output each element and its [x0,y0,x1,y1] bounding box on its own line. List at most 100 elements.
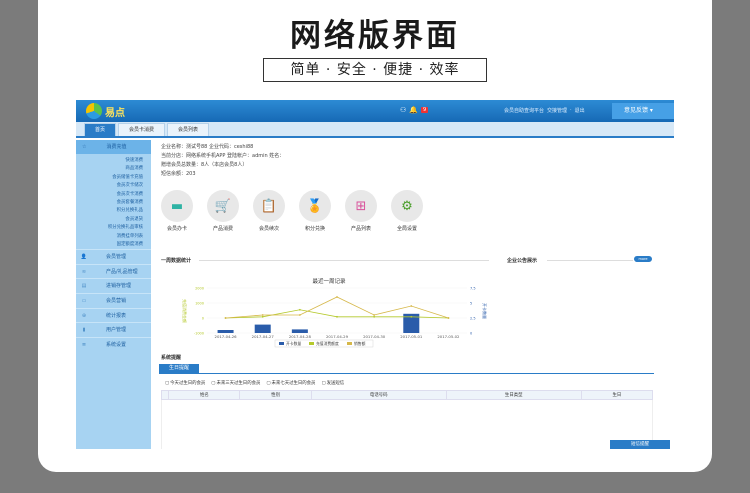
table-header: 姓名 性别 电话号码 生日类型 生日 [160,390,654,400]
column-header: 电话号码 [310,390,447,400]
data-point [410,315,413,318]
select-all-checkbox[interactable] [160,390,170,400]
data-point [298,314,301,316]
report-filter[interactable]: 发送短信 [321,380,345,386]
sidebar-item[interactable]: ▮ 用户管理 [76,322,151,337]
data-point [336,315,338,318]
tab-home[interactable]: 首页 [84,123,117,136]
sidebar-subitems: 快速消费 商品消费 会员储值卡充值 会员次卡储次 会员次卡消费 会员套餐消费 积分兑换礼品会… [76,154,151,249]
report-filter[interactable]: 未来七天过生日的会员 [266,380,316,386]
tab-birthday-reminder[interactable]: 生日提醒 [159,364,199,373]
bell-icon[interactable]: 🔔 [409,106,418,114]
column-header: 性别 [239,390,312,400]
star-icon: ☆ [82,144,87,150]
sidebar-subitem[interactable]: 消费挂单列表 [76,233,151,241]
weekly-chart: 最近一周记录200010000-10007.552.50充值消费金额 开卡数量20… [182,277,488,348]
table-row [161,399,653,449]
sidebar-subitem[interactable]: 国定额度消费 [76,241,151,249]
y-axis-label: 充值消费金额 [182,299,188,323]
stats-title: 一周数据统计 [161,258,192,264]
report-title: 系统提醒 [161,355,182,361]
y2-tick-label: 2.5 [470,317,476,321]
quick-app[interactable]: 🏅 积分兑换 [299,190,331,232]
clipboard-icon: 📋 [253,190,285,222]
quick-app[interactable]: ⊞ 产品列表 [345,190,377,232]
feedback-button[interactable]: 意见反馈 ▾ [612,103,674,119]
legend-swatch [279,342,284,345]
sidebar-subitem[interactable]: 会员套餐消费 [76,199,151,207]
report-filters: 今天过生日的会员未来三天过生日的会员未来七天过生日的会员发送短信 [165,380,344,386]
chart-bar [217,330,234,333]
sidebar-subitem[interactable]: 快速消费 [76,157,151,165]
logo-text: 易点 [105,107,125,119]
sidebar-item[interactable]: ⊕ 统计报表 [76,307,151,323]
data-point [447,317,450,319]
sidebar-subitem[interactable]: 会员储值卡充值 [76,174,151,182]
sidebar-item[interactable]: ≋ 产品/礼品管理 [76,263,151,279]
x-tick-label: 2017-04-26 [215,334,238,339]
column-header: 生日类型 [445,390,582,400]
sidebar-section-consume[interactable]: ☆ 消费充值 [76,140,151,154]
sidebar-item[interactable]: 👤 会员管理 [76,249,151,264]
column-header: 生日 [580,390,654,400]
sidebar-subitem[interactable]: 商品消费 [76,165,151,173]
y-tick-label: 1000 [195,302,204,306]
tab-member-list[interactable]: 会员列表 [167,123,210,136]
sidebar-item[interactable]: ▤ 进销存管理 [76,278,151,293]
data-point [224,317,227,319]
report-filter[interactable]: 今天过生日的会员 [165,380,205,386]
self-service-link[interactable]: 会员自助查询平台 [504,107,544,114]
y-tick-label: 2000 [195,287,204,291]
gear-icon: ⚙ [391,190,423,222]
legend-swatch [309,342,314,345]
x-tick-label: 2017-04-28 [289,334,312,339]
card-icon: ▬ [161,190,193,222]
quick-app[interactable]: ⚙ 全局设置 [391,190,423,232]
sidebar-item[interactable]: ≣ 系统设置 [76,336,151,352]
chart-bar [291,329,308,333]
sidebar-subitem[interactable]: 会员退货 [76,216,151,224]
box-icon: ▤ [81,283,87,290]
sms-remind-button[interactable]: 短信提醒 [610,440,670,449]
y2-tick-label: 5 [470,302,472,306]
x-tick-label: 2017-05-01 [400,334,423,339]
top-bar: 易点 ⚇ 🔔 9 会员自助查询平台 交接管理 · 退出 意见反馈 ▾ [76,100,674,122]
sidebar-subitem[interactable]: 会员次卡储次 [76,182,151,190]
y-tick-label: -1000 [194,332,204,336]
handover-link[interactable]: 交接管理 [547,107,567,114]
tab-underline [159,373,654,374]
divider [199,260,489,261]
quick-app[interactable]: 📋 会员续次 [253,190,285,232]
birthday-table: 姓名 性别 电话号码 生日类型 生日 [160,390,654,449]
report-filter[interactable]: 未来三天过生日的会员 [211,380,260,386]
logout-link[interactable]: 退出 [575,107,585,114]
sidebar-subitem[interactable]: 积分兑换礼品审核 [76,224,151,232]
y2-tick-label: 7.5 [470,287,476,291]
legend-swatch [347,342,352,345]
chart-title: 最近一周记录 [312,277,346,285]
sidebar-nav: 👤 会员管理 ≋ 产品/礼品管理 ▤ 进销存管理 ▭ 会员营销 ⊕ 统计报表 ▮ 用户管理 ≣ 系统设置 [76,249,151,351]
user-icon[interactable]: ⚇ [400,106,406,114]
sidebar-item[interactable]: ▭ 会员营销 [76,293,151,308]
y-tick-label: 0 [202,317,204,321]
layers-icon: ≋ [81,268,87,275]
headline: 网络版界面 [290,18,460,54]
sidebar-subitem[interactable]: 会员次卡消费 [76,191,151,199]
quick-app[interactable]: ▬ 会员办卡 [161,190,193,232]
legend-label: 充值消费额度 [316,341,339,346]
tab-card-consume[interactable]: 会员卡消费 [118,123,166,136]
column-header: 姓名 [168,390,241,400]
sidebar-subitem[interactable]: 积分兑换礼品 [76,207,151,215]
data-point [410,305,413,307]
doc-icon: ≣ [81,341,87,348]
logo: 易点 [86,103,125,119]
quick-app[interactable]: 🛒 产品消费 [207,190,239,232]
award-icon: 🏅 [299,190,331,222]
data-point [261,315,264,318]
company-info: 企业名称：测试号88 企业代码：ceshi88 当前分店：网络系统手机APP 登… [161,144,285,177]
x-tick-label: 2017-04-29 [326,334,349,339]
app-screenshot: 易点 ⚇ 🔔 9 会员自助查询平台 交接管理 · 退出 意见反馈 ▾ 首页 会员… [76,100,674,449]
notice-more-button[interactable]: more [634,256,652,262]
y2-axis-label: 开卡数量 [482,303,488,319]
sidebar: ☆ 消费充值 快速消费 商品消费 会员储值卡充值 会员次卡储次 会员次卡消费 会员套餐消费… [76,140,151,449]
